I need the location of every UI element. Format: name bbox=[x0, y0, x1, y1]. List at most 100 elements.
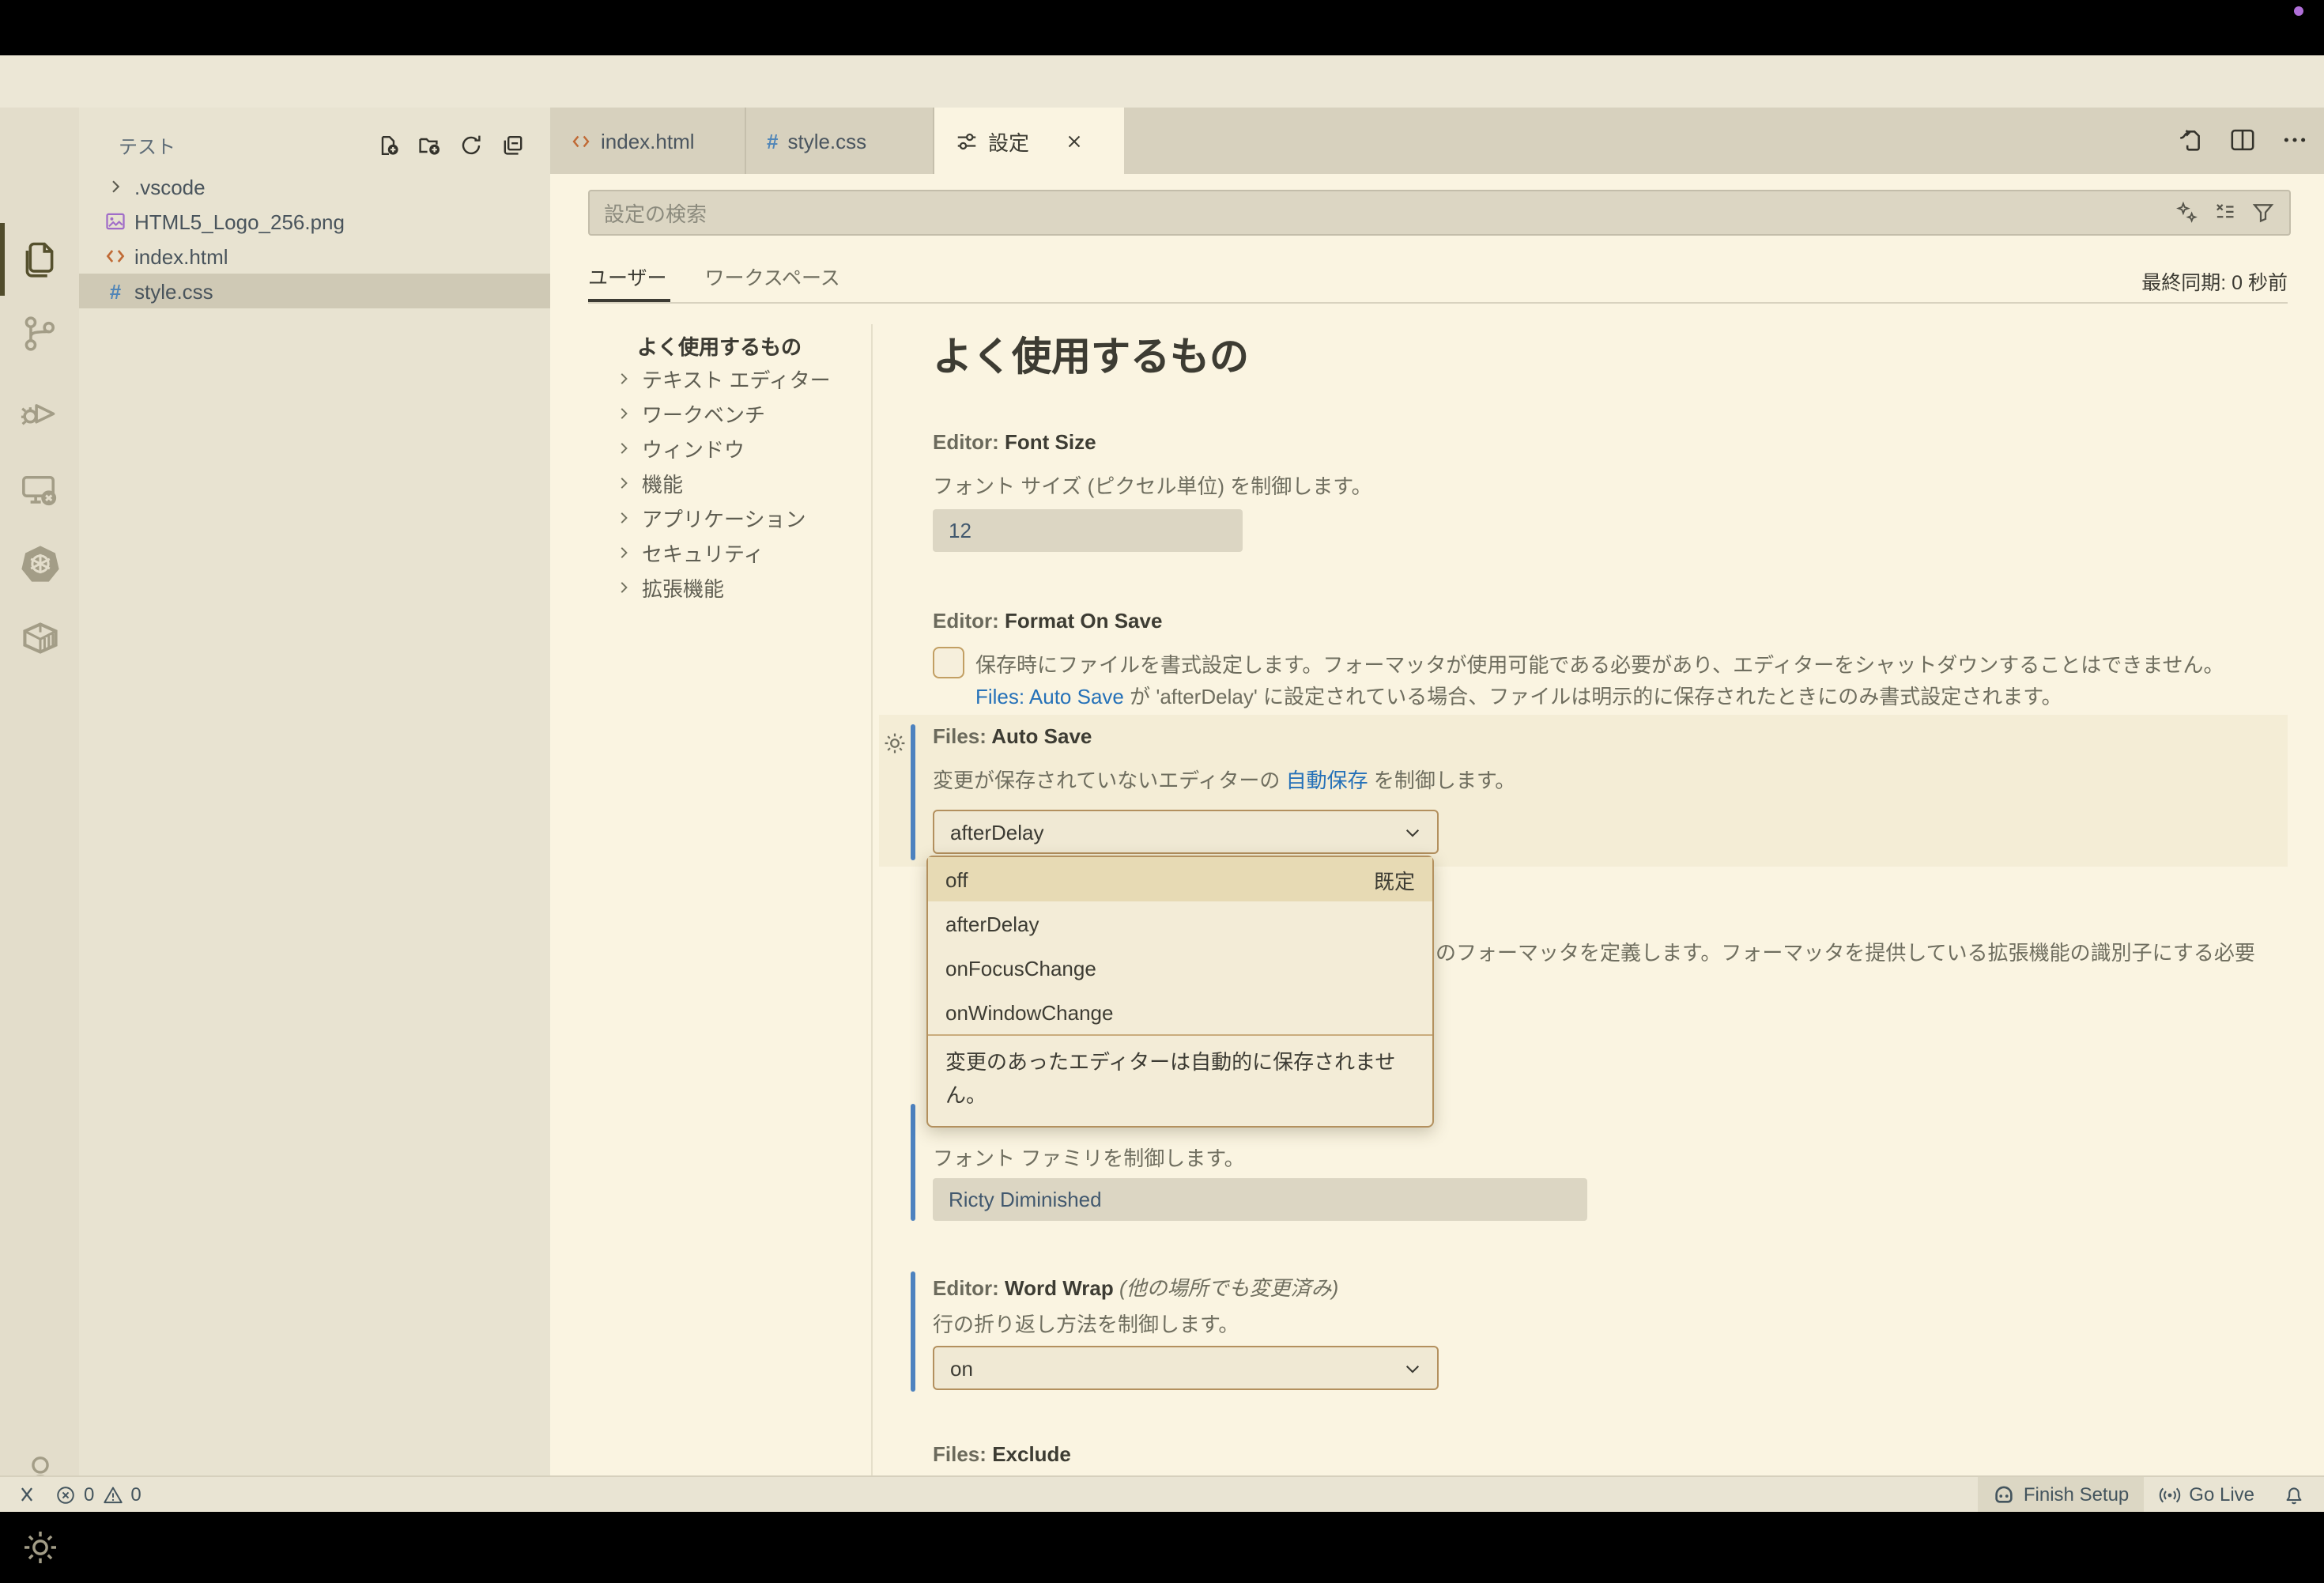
word-wrap-select[interactable]: on bbox=[933, 1346, 1439, 1390]
dropdown-option-onfocuschange[interactable]: onFocusChange bbox=[928, 946, 1432, 990]
setting-format-on-save-description: 保存時にファイルを書式設定します。フォーマッタが使用可能である必要があり、エディ… bbox=[975, 650, 2291, 713]
manage-button[interactable] bbox=[0, 1510, 79, 1583]
file-name: HTML5_Logo_256.png bbox=[134, 210, 345, 233]
activity-run-debug[interactable] bbox=[0, 376, 79, 449]
warning-count: 0 bbox=[130, 1483, 141, 1506]
toc-item-window[interactable]: ウィンドウ bbox=[615, 433, 745, 463]
toc-item-active[interactable]: よく使用するもの bbox=[637, 331, 802, 361]
setting-font-family-description: フォント ファミリを制御します。 bbox=[933, 1142, 1245, 1172]
auto-save-select[interactable]: afterDelay bbox=[933, 810, 1439, 854]
warning-icon[interactable] bbox=[102, 1484, 123, 1505]
chevron-right-icon bbox=[615, 544, 632, 561]
font-size-input[interactable]: 12 bbox=[933, 509, 1243, 552]
tab-index-html[interactable]: index.html bbox=[550, 108, 746, 174]
new-folder-icon[interactable] bbox=[417, 133, 443, 158]
setting-auto-save-description: 変更が保存されていないエディターの 自動保存 を制御します。 bbox=[933, 764, 1515, 794]
image-file-icon bbox=[103, 210, 128, 232]
explorer-sidebar: テスト .vscode bbox=[79, 108, 550, 1475]
tab-settings[interactable]: 設定 bbox=[934, 108, 1124, 174]
activity-remote-explorer[interactable] bbox=[0, 454, 79, 527]
collapse-all-icon[interactable] bbox=[500, 133, 525, 158]
scope-divider bbox=[588, 302, 2288, 304]
toc-item-workbench[interactable]: ワークベンチ bbox=[615, 399, 765, 429]
file-row-css-selected[interactable]: # style.css bbox=[79, 274, 550, 308]
html-file-icon bbox=[571, 130, 591, 151]
settings-search-input[interactable]: 設定の検索 bbox=[588, 190, 2291, 236]
editor-actions bbox=[2177, 127, 2308, 153]
scope-tab-workspace[interactable]: ワークスペース bbox=[705, 261, 840, 299]
new-file-icon[interactable] bbox=[376, 133, 402, 158]
font-family-input[interactable]: Ricty Diminished bbox=[933, 1178, 1587, 1221]
split-editor-icon[interactable] bbox=[2229, 127, 2256, 153]
clear-filters-icon[interactable] bbox=[2213, 201, 2237, 225]
activity-kubernetes[interactable] bbox=[0, 527, 79, 599]
container-icon bbox=[18, 616, 61, 659]
activity-explorer[interactable] bbox=[0, 223, 79, 296]
refresh-icon[interactable] bbox=[458, 133, 484, 158]
setting-exclude-label: Files: Exclude bbox=[933, 1442, 1071, 1466]
default-formatter-description-fragment: のフォーマッタを定義します。フォーマッタを提供している拡張機能の識別子にする必要 bbox=[1436, 936, 2288, 966]
notifications-button[interactable] bbox=[2269, 1477, 2324, 1512]
chevron-right-icon bbox=[615, 370, 632, 387]
toc-item-text-editor[interactable]: テキスト エディター bbox=[615, 364, 831, 394]
chevron-right-icon bbox=[615, 474, 632, 492]
settings-search-actions bbox=[2175, 201, 2275, 225]
modified-indicator-font-family bbox=[911, 1104, 915, 1221]
gear-icon bbox=[20, 1527, 59, 1566]
dropdown-option-description: 変更のあったエディターは自動的に保存されません。 bbox=[928, 1036, 1432, 1126]
source-control-icon bbox=[19, 313, 60, 354]
scope-tab-user[interactable]: ユーザー bbox=[588, 261, 667, 299]
dropdown-option-afterdelay[interactable]: afterDelay bbox=[928, 901, 1432, 946]
menu-bar-strip bbox=[0, 0, 2324, 55]
broadcast-icon bbox=[2157, 1483, 2181, 1506]
auto-save-dropdown: off 既定 afterDelay onFocusChange onWindow… bbox=[926, 856, 1434, 1128]
dropdown-option-off[interactable]: off 既定 bbox=[928, 857, 1432, 901]
error-icon[interactable] bbox=[55, 1484, 76, 1505]
chevron-right-icon bbox=[615, 579, 632, 596]
dropdown-option-onwindowchange[interactable]: onWindowChange bbox=[928, 990, 1432, 1034]
toc-item-security[interactable]: セキュリティ bbox=[615, 538, 764, 568]
close-icon[interactable] bbox=[1064, 130, 1085, 151]
kubernetes-icon bbox=[18, 542, 61, 584]
more-actions-icon[interactable] bbox=[2281, 127, 2308, 153]
tab-strip: index.html # style.css 設定 bbox=[550, 108, 2324, 174]
modified-indicator-word-wrap bbox=[911, 1271, 915, 1392]
activity-docker[interactable] bbox=[0, 601, 79, 674]
files-auto-save-link[interactable]: Files: Auto Save bbox=[975, 685, 1124, 708]
settings-scope-tabs: ユーザー ワークスペース bbox=[588, 261, 840, 299]
tab-style-css[interactable]: # style.css bbox=[746, 108, 934, 174]
title-bar: テスト bbox=[0, 55, 2324, 108]
debug-icon bbox=[19, 392, 60, 433]
status-bar: 0 0 Finish Setup Go Live bbox=[0, 1475, 2324, 1512]
last-sync-label: 最終同期: 0 秒前 bbox=[2141, 266, 2288, 296]
toc-item-application[interactable]: アプリケーション bbox=[615, 503, 806, 533]
file-row-vscode[interactable]: .vscode bbox=[79, 169, 550, 204]
setting-word-wrap-description: 行の折り返し方法を制御します。 bbox=[933, 1308, 1239, 1338]
chevron-right-icon bbox=[615, 509, 632, 527]
format-on-save-checkbox[interactable] bbox=[933, 647, 964, 678]
html-file-icon bbox=[103, 245, 128, 267]
file-name: .vscode bbox=[134, 175, 206, 198]
open-settings-json-icon[interactable] bbox=[2177, 127, 2204, 153]
editor-group: index.html # style.css 設定 bbox=[550, 108, 2324, 1475]
setting-gear-icon[interactable] bbox=[882, 731, 907, 756]
bell-icon bbox=[2283, 1483, 2305, 1506]
activity-source-control[interactable] bbox=[0, 297, 79, 370]
go-live-button[interactable]: Go Live bbox=[2143, 1477, 2269, 1512]
toc-divider bbox=[871, 324, 873, 1475]
toc-item-features[interactable]: 機能 bbox=[615, 468, 683, 498]
file-row-png[interactable]: HTML5_Logo_256.png bbox=[79, 204, 550, 239]
file-row-html[interactable]: index.html bbox=[79, 239, 550, 274]
settings-heading: よく使用するもの bbox=[933, 326, 1249, 383]
auto-save-link[interactable]: 自動保存 bbox=[1286, 769, 1368, 792]
remote-indicator-icon[interactable] bbox=[16, 1483, 38, 1506]
chevron-down-icon bbox=[1402, 1358, 1423, 1378]
chevron-right-icon bbox=[615, 405, 632, 422]
settings-search-placeholder: 設定の検索 bbox=[604, 198, 707, 228]
toc-item-extensions[interactable]: 拡張機能 bbox=[615, 572, 724, 603]
setting-font-size-label: Editor: Font Size bbox=[933, 430, 1096, 454]
filter-funnel-icon[interactable] bbox=[2251, 201, 2275, 225]
finish-setup-button[interactable]: Finish Setup bbox=[1978, 1477, 2143, 1512]
sparkle-search-icon[interactable] bbox=[2175, 201, 2199, 225]
chevron-down-icon bbox=[1402, 822, 1423, 842]
